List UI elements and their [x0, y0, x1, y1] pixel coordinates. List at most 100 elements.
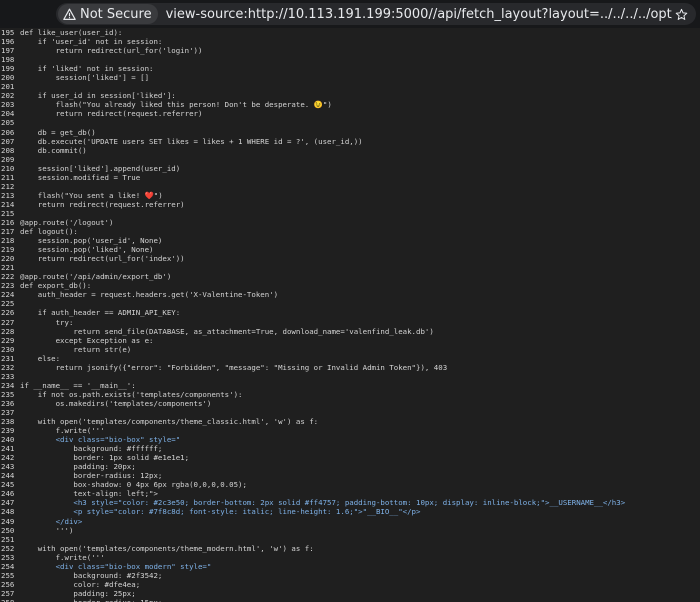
line-code: db = get_db(): [20, 127, 96, 137]
source-line: 254 <div class="bio-box modern" style=": [0, 562, 700, 571]
line-number: 254: [1, 561, 15, 571]
source-line: 245 box-shadow: 0 4px 6px rgba(0,0,0,0.0…: [0, 480, 700, 489]
line-code: else:: [20, 353, 61, 363]
line-code: return str(e): [20, 344, 132, 354]
line-code: if 'liked' not in session:: [20, 64, 154, 74]
source-line: 205: [0, 118, 700, 127]
line-code: with open('templates/components/theme_cl…: [20, 417, 319, 427]
source-line: 255 background: #2f3542;: [0, 571, 700, 580]
line-code: color: #dfe4ea;: [20, 579, 141, 589]
line-code: '''): [20, 525, 74, 535]
line-number: 232: [1, 362, 15, 372]
line-number: 211: [1, 172, 15, 182]
line-code: text-align: left;">: [20, 489, 158, 499]
line-number: 251: [1, 534, 15, 544]
line-number: 243: [1, 462, 15, 472]
address-bar[interactable]: Not Secure view-source:http://10.113.191…: [56, 3, 696, 25]
source-line: 252 with open('templates/components/them…: [0, 544, 700, 553]
line-number: 213: [1, 190, 15, 200]
source-line: 240 <div class="bio-box" style=": [0, 435, 700, 444]
source-line: 247 <h3 style="color: #2c3e50; border-bo…: [0, 498, 700, 507]
source-line: 224 auth_header = request.headers.get('X…: [0, 290, 700, 299]
source-line: 197 return redirect(url_for('login')): [0, 46, 700, 55]
source-line: 249 </div>: [0, 517, 700, 526]
source-line: 237: [0, 408, 700, 417]
source-line: 196 if 'user_id' not in session:: [0, 37, 700, 46]
source-line: 217 def logout():: [0, 227, 700, 236]
line-number: 209: [1, 154, 15, 164]
line-code: session.pop('user_id', None): [20, 236, 163, 246]
line-number: 247: [1, 498, 15, 508]
line-number: 198: [1, 55, 15, 65]
source-line: 198: [0, 55, 700, 64]
line-code: flash("You sent a like! ❤️"): [20, 190, 163, 200]
source-line: 239 f.write(''': [0, 426, 700, 435]
line-number: 208: [1, 145, 15, 155]
source-line: 215: [0, 209, 700, 218]
line-code: @app.route('/api/admin/export_db'): [20, 272, 172, 282]
line-code: def like_user(user_id):: [20, 28, 123, 37]
line-number: 227: [1, 317, 15, 327]
line-code: return redirect(url_for('index')): [20, 254, 185, 264]
line-code: padding: 20px;: [20, 462, 136, 472]
line-number: 248: [1, 507, 15, 517]
line-number: 197: [1, 46, 15, 56]
source-line: 258 border-radius: 15px;: [0, 598, 700, 602]
source-line: 209: [0, 155, 700, 164]
source-line: 230 return str(e): [0, 345, 700, 354]
line-number: 215: [1, 208, 15, 218]
source-line: 203 flash("You already liked this person…: [0, 100, 700, 109]
line-code: return redirect(request.referrer): [20, 199, 185, 209]
source-line: 206 db = get_db(): [0, 128, 700, 137]
source-line: 238 with open('templates/components/them…: [0, 417, 700, 426]
line-number: 257: [1, 588, 15, 598]
line-code: return jsonify({"error": "Forbidden", "m…: [20, 362, 448, 372]
line-number: 252: [1, 543, 15, 553]
source-line: 204 return redirect(request.referrer): [0, 109, 700, 118]
line-number: 216: [1, 217, 15, 227]
source-line: 235 if not os.path.exists('templates/com…: [0, 390, 700, 399]
security-indicator[interactable]: Not Secure: [58, 4, 158, 24]
line-code: return send_file(DATABASE, as_attachment…: [20, 326, 434, 336]
line-number: 253: [1, 552, 15, 562]
source-line: 208 db.commit(): [0, 146, 700, 155]
line-code: box-shadow: 0 4px 6px rgba(0,0,0,0.05);: [20, 480, 247, 490]
line-number: 200: [1, 73, 15, 83]
line-code: auth_header = request.headers.get('X-Val…: [20, 290, 279, 300]
source-line: 257 padding: 25px;: [0, 589, 700, 598]
source-line: 233: [0, 372, 700, 381]
line-number: 224: [1, 290, 15, 300]
line-code: return redirect(url_for('login')): [20, 46, 203, 56]
line-code: border: 1px solid #e1e1e1;: [20, 453, 190, 463]
line-code: padding: 25px;: [20, 588, 136, 598]
source-line: 225: [0, 299, 700, 308]
browser-toolbar: Not Secure view-source:http://10.113.191…: [0, 0, 700, 28]
bookmark-star-icon[interactable]: [672, 5, 690, 23]
line-number: 241: [1, 444, 15, 454]
source-line: 250 '''): [0, 526, 700, 535]
line-code: background: #2f3542;: [20, 570, 163, 580]
url-text[interactable]: view-source:http://10.113.191.199:5000//…: [166, 7, 672, 22]
source-line: 207 db.execute('UPDATE users SET likes =…: [0, 137, 700, 146]
source-line: 244 border-radius: 12px;: [0, 471, 700, 480]
source-line: 223 def export_db():: [0, 281, 700, 290]
line-code: f.write(''': [20, 552, 105, 562]
source-line: 199 if 'liked' not in session:: [0, 64, 700, 73]
source-line: 218 session.pop('user_id', None): [0, 236, 700, 245]
line-number: 199: [1, 64, 15, 74]
line-number: 239: [1, 426, 15, 436]
line-code: <p style="color: #7f8c8d; font-style: it…: [20, 507, 421, 517]
line-code: if user_id in session['liked']:: [20, 91, 176, 101]
source-line: 212: [0, 182, 700, 191]
source-line: 242 border: 1px solid #e1e1e1;: [0, 453, 700, 462]
warning-icon: [62, 7, 76, 21]
line-number: 229: [1, 335, 15, 345]
line-number: 242: [1, 453, 15, 463]
line-number: 245: [1, 480, 15, 490]
source-line: 253 f.write(''': [0, 553, 700, 562]
source-line: 231 else:: [0, 354, 700, 363]
